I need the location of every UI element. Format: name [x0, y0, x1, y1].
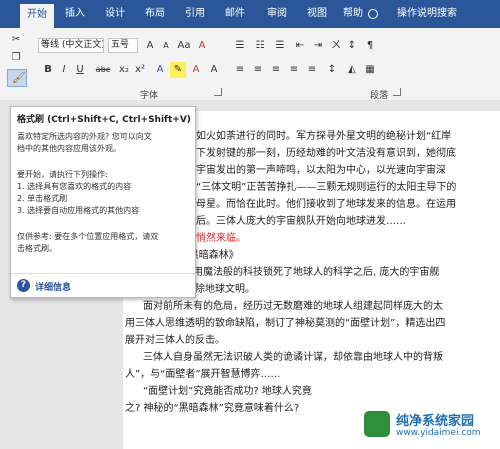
borders-icon[interactable]: ▦	[362, 62, 378, 78]
tooltip-text: 3. 选择要自动应用格式的其他内容	[17, 206, 140, 215]
text-line: 科学之后。三体人庞大的宇宙舰队开始向地球进发……	[166, 216, 406, 227]
tab-references[interactable]: 引用	[180, 0, 210, 28]
text-line: 用三体人思维透明的致命缺陷，制订了神秘莫测的“面壁计划”，精选出四	[125, 318, 446, 329]
tab-mailings[interactable]: 邮件	[220, 0, 250, 28]
ribbon-tab-bar: 开始 插入 设计 布局 引用 邮件 审阅 视图 帮助 操作说明搜索	[0, 0, 500, 28]
font-dialog-launcher-icon[interactable]	[214, 88, 222, 96]
font-name-select[interactable]: 等线 (中文正文)	[38, 38, 104, 53]
chinese-layout-icon[interactable]: ㄨ	[328, 38, 344, 54]
line-spacing-icon[interactable]: ↕	[324, 62, 340, 78]
text-line: 面对前所未有的危局，经历过无数磨难的地球人组建起同样庞大的太	[143, 301, 443, 312]
tooltip-text: 档中的其他内容应用该外观。	[17, 144, 121, 153]
tab-view[interactable]: 视图	[302, 0, 332, 28]
grow-font-icon[interactable]: A	[142, 38, 158, 54]
watermark-logo: 纯净系统家园 www.yidaimei.com	[354, 408, 500, 446]
lightbulb-icon	[368, 9, 378, 19]
tab-review[interactable]: 审阅	[262, 0, 292, 28]
tooltip-more-info-link[interactable]: 详细信息	[35, 280, 71, 293]
tooltip-text: 1. 选择具有您喜欢的格式的内容	[17, 182, 132, 191]
tell-me-search[interactable]: 操作说明搜索	[382, 0, 472, 28]
paintbrush-icon: 🖌	[12, 71, 26, 84]
text-line: 之? 神秘的“黑暗森林”究竟意味着什么?	[125, 403, 300, 414]
clear-formatting-icon[interactable]: A	[194, 38, 210, 54]
format-painter-button[interactable]: 🖌	[7, 69, 27, 87]
text-line: 但在按下发射键的那一刻，历经劫难的叶文洁没有意识到，她彻底	[166, 148, 456, 159]
text-line: 展开对三体人的反击。	[125, 335, 225, 346]
text-line: 们逃离母星。而恰在此时。他们接收到了地球发来的信息。在运用	[166, 199, 456, 210]
format-painter-tooltip: 格式刷 (Ctrl+Shift+C, Ctrl+Shift+V) 喜欢特定所选内…	[10, 106, 196, 298]
tooltip-title: 格式刷 (Ctrl+Shift+C, Ctrl+Shift+V)	[17, 115, 191, 125]
font-size-select[interactable]: 五号	[108, 38, 138, 53]
distributed-icon[interactable]: ≡	[304, 62, 320, 78]
tab-insert[interactable]: 插入	[60, 0, 90, 28]
tooltip-text: 仅供参考: 要在多个位置应用格式，请双	[17, 232, 159, 241]
cut-icon[interactable]: ✂	[8, 32, 24, 48]
watermark-url: www.yidaimei.com	[396, 428, 481, 438]
highlight-icon[interactable]: ✎	[170, 62, 186, 78]
tooltip-text: 喜欢特定所选内容的外观? 您可以向文	[17, 132, 152, 141]
multilevel-list-icon[interactable]: ☰	[272, 38, 288, 54]
text-line: “面壁计划”究竟能否成功? 地球人究竟	[143, 386, 312, 397]
tab-home[interactable]: 开始	[20, 4, 54, 28]
tooltip-divider	[11, 273, 195, 274]
bullets-icon[interactable]: ☰	[232, 38, 248, 54]
decrease-indent-icon[interactable]: ⇤	[292, 38, 308, 54]
align-left-icon[interactable]: ≡	[232, 62, 248, 78]
tab-design[interactable]: 设计	[100, 0, 130, 28]
help-icon[interactable]: ?	[17, 279, 30, 292]
tab-help[interactable]: 帮助	[338, 0, 368, 28]
text-line: 大革命如火如荼进行的同时。军方探寻外星文明的绝秘计划“红岸	[166, 131, 452, 142]
paragraph-dialog-launcher-icon[interactable]	[393, 88, 401, 96]
text-line: 三体人自身虽然无法识破人类的诡谲计谋，却依靠由地球人中的背叛	[143, 352, 443, 363]
copy-icon[interactable]: ❐	[8, 50, 24, 66]
font-color-icon[interactable]: A	[188, 62, 204, 78]
numbering-icon[interactable]: ☷	[252, 38, 268, 54]
shrink-font-icon[interactable]: A	[158, 38, 174, 54]
justify-icon[interactable]: ≡	[286, 62, 302, 78]
watermark-logo-icon	[364, 411, 390, 437]
char-shading-icon[interactable]: A	[206, 62, 222, 78]
underline-button[interactable]: U	[72, 62, 88, 78]
tooltip-text: 要开始，请执行下列操作:	[17, 170, 108, 179]
shading-icon[interactable]: ◭	[344, 62, 360, 78]
watermark-brand: 纯净系统家园	[396, 414, 475, 429]
text-effects-icon[interactable]: A	[152, 62, 168, 78]
sort-icon[interactable]: ↕	[344, 38, 360, 54]
bold-button[interactable]: B	[40, 62, 56, 78]
increase-indent-icon[interactable]: ⇥	[310, 38, 326, 54]
text-line: 年外，“三体文明”正苦苦挣扎——三颗无规则运行的太阳主导下的	[166, 182, 457, 193]
align-center-icon[interactable]: ≡	[250, 62, 266, 78]
tooltip-text: 2. 单击格式刷	[17, 194, 68, 203]
subscript-button[interactable]: x₂	[116, 62, 132, 78]
text-line: 文明向宇宙发出的第一声啼鸣，以太阳为中心，以光速向宇宙深	[166, 165, 446, 176]
ribbon-home: 等线 (中文正文) 五号 A A Aa A B I U abc x₂ x² A …	[0, 28, 500, 101]
superscript-button[interactable]: x²	[132, 62, 148, 78]
strikethrough-button[interactable]: abc	[92, 62, 114, 78]
tab-layout[interactable]: 布局	[140, 0, 170, 28]
align-right-icon[interactable]: ≡	[268, 62, 284, 78]
text-line: 人”，与“面壁者”展开智慧博弈……	[125, 369, 281, 380]
change-case-icon[interactable]: Aa	[176, 38, 192, 54]
tooltip-text: 击格式刷。	[17, 244, 57, 253]
show-marks-icon[interactable]: ¶	[362, 38, 378, 54]
italic-button[interactable]: I	[56, 62, 72, 78]
